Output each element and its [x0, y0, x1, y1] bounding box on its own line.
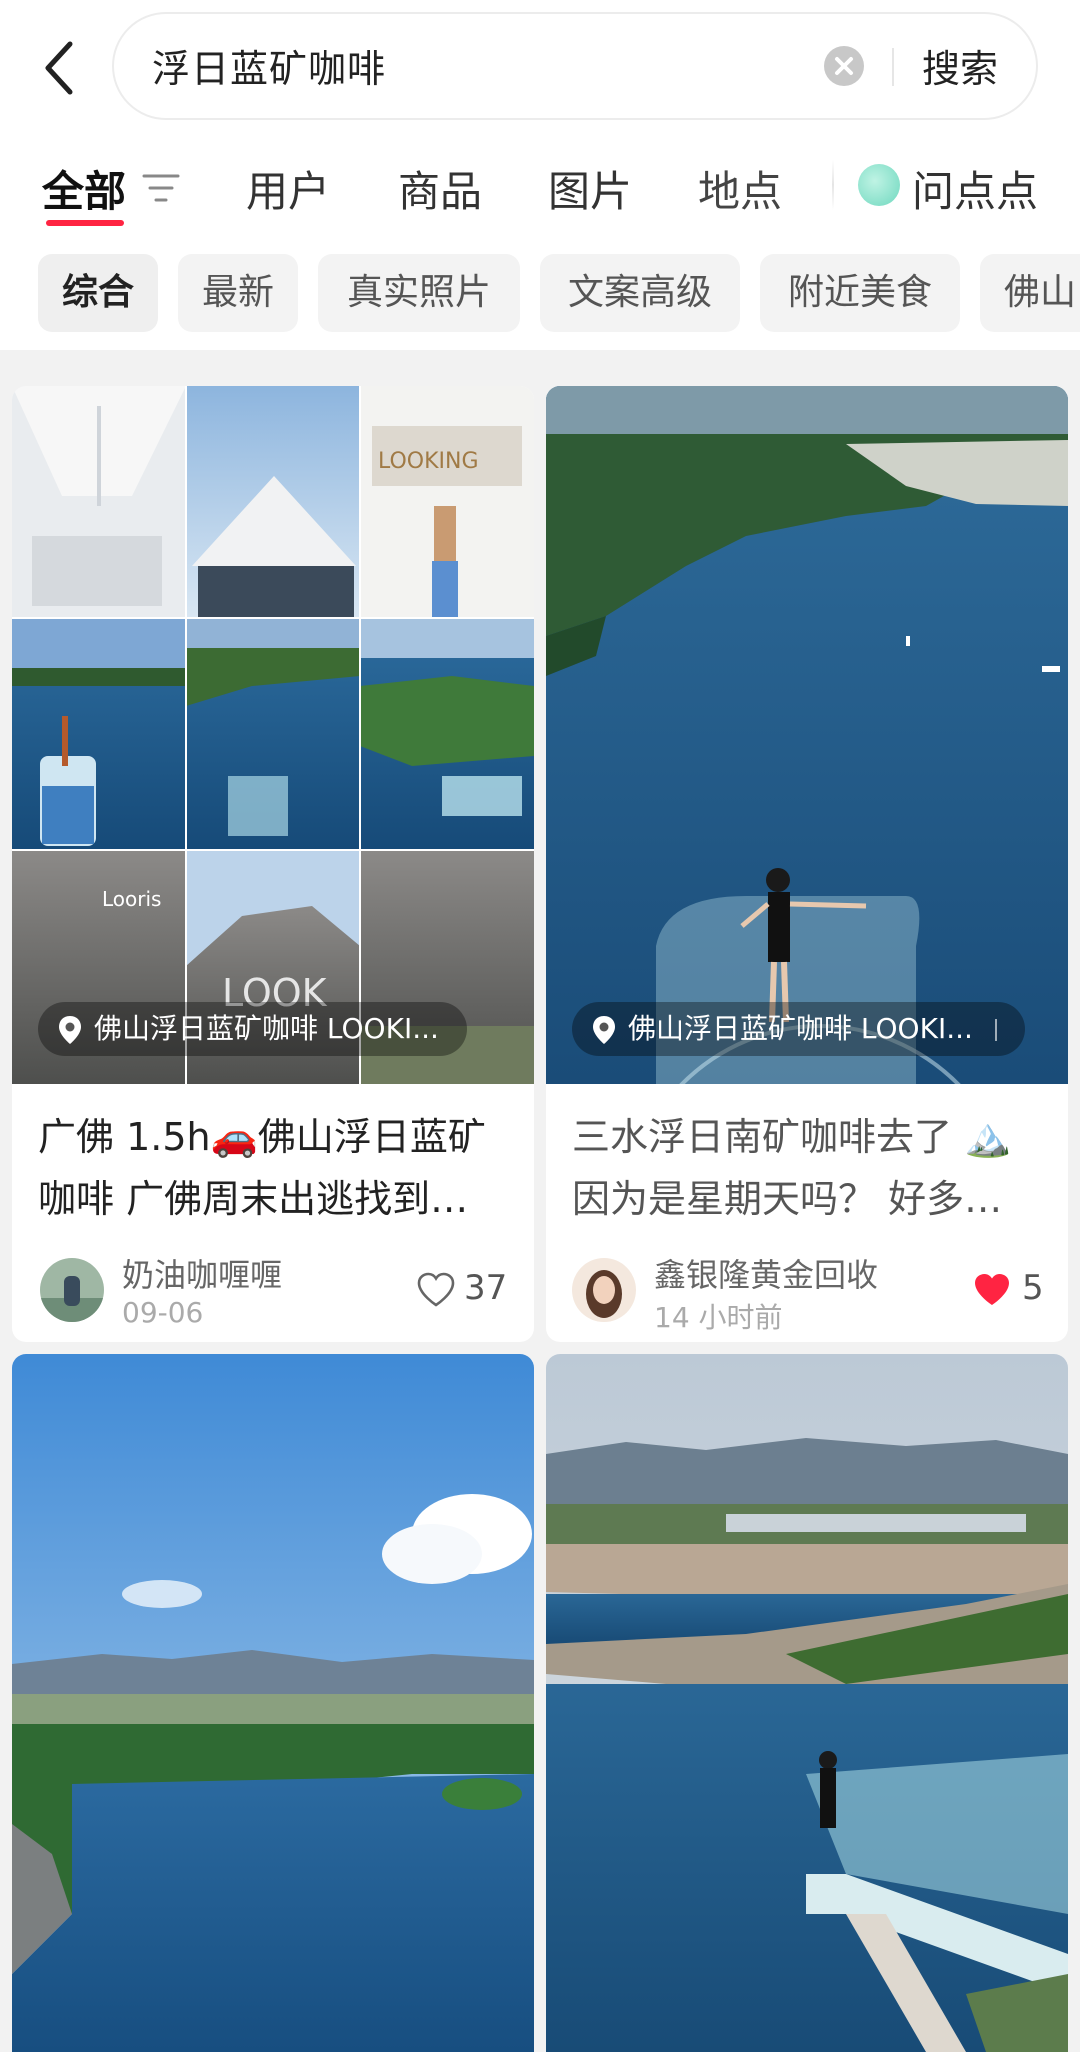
author-name[interactable]: 奶油咖喱喱	[122, 1250, 282, 1296]
location-pin-icon	[59, 1016, 81, 1044]
chip-foshan[interactable]: 佛山	[980, 254, 1080, 332]
search-button[interactable]: 搜索	[922, 38, 998, 93]
tab-products[interactable]: 商品	[398, 158, 482, 219]
note-card-1[interactable]: LOOKING Looris LOOK 佛山浮日蓝矿咖啡 LOOKI... 广佛…	[12, 386, 534, 1342]
note-card-3[interactable]	[12, 1354, 534, 2052]
author-avatar[interactable]	[40, 1258, 104, 1322]
post-date: 14 小时前	[654, 1301, 783, 1334]
heart-icon[interactable]	[416, 1272, 456, 1308]
collage-image: LOOKING Looris LOOK	[12, 386, 534, 1084]
location-pin-icon	[593, 1016, 615, 1044]
chip-comprehensive[interactable]: 综合	[38, 254, 158, 332]
svg-text:Looris: Looris	[102, 887, 161, 911]
like-count: 37	[464, 1268, 508, 1308]
location-name: 佛山浮日蓝矿咖啡 LOOKI...	[628, 1012, 973, 1045]
heart-filled-icon[interactable]	[972, 1272, 1012, 1308]
chip-premium-copy[interactable]: 文案高级	[540, 254, 740, 332]
tab-images[interactable]: 图片	[548, 158, 632, 219]
note-cover-quarry[interactable]	[546, 1354, 1068, 2052]
location-tag[interactable]: 佛山浮日蓝矿咖啡 LOOKI...	[572, 1002, 1025, 1056]
chip-latest[interactable]: 最新	[178, 254, 298, 332]
back-icon[interactable]	[38, 36, 82, 100]
post-date: 09-06	[122, 1296, 204, 1329]
lake-image	[546, 386, 1068, 1084]
author-name[interactable]: 鑫银隆黄金回收	[654, 1250, 878, 1296]
chip-nearby-food[interactable]: 附近美食	[760, 254, 960, 332]
location-tag[interactable]: 佛山浮日蓝矿咖啡 LOOKI...	[38, 1002, 467, 1056]
filter-icon[interactable]	[142, 170, 180, 206]
note-cover-lake[interactable]: 佛山浮日蓝矿咖啡 LOOKI...	[546, 386, 1068, 1084]
author-avatar[interactable]	[572, 1258, 636, 1322]
note-card-2[interactable]: 佛山浮日蓝矿咖啡 LOOKI... 三水浮日南矿咖啡去了 🏔️ 因为是星期天吗？…	[546, 386, 1068, 1342]
ask-ai-icon[interactable]	[858, 164, 900, 206]
clear-icon[interactable]	[824, 46, 864, 86]
tab-ask[interactable]: 问点点	[912, 158, 1038, 219]
divider	[994, 1019, 997, 1041]
note-card-4[interactable]	[546, 1354, 1068, 2052]
tab-all[interactable]: 全部	[42, 158, 126, 219]
note-title[interactable]: 三水浮日南矿咖啡去了 🏔️ 因为是星期天吗？ 好多…	[572, 1106, 1042, 1230]
tab-users[interactable]: 用户	[246, 158, 330, 219]
note-cover-collage[interactable]: LOOKING Looris LOOK 佛山浮日蓝矿咖啡 LOOKI...	[12, 386, 534, 1084]
note-title[interactable]: 广佛 1.5h🚗佛山浮日蓝矿咖啡 广佛周末出逃找到…	[38, 1106, 508, 1230]
tab-separator	[832, 160, 834, 210]
chip-real-photos[interactable]: 真实照片	[318, 254, 520, 332]
category-tabs: 全部 用户 商品 图片 地点 问点点	[0, 150, 1080, 230]
search-input[interactable]: 浮日蓝矿咖啡	[152, 38, 386, 93]
search-header: 浮日蓝矿咖啡 搜索 全部 用户 商品 图片 地点 问点点 综合 最新 真实照片 …	[0, 0, 1080, 350]
like-count: 5	[1022, 1268, 1044, 1308]
active-tab-indicator	[46, 220, 124, 226]
svg-text:LOOKING: LOOKING	[378, 449, 479, 474]
divider	[892, 48, 894, 86]
note-cover-sky-lake[interactable]	[12, 1354, 534, 2052]
location-name: 佛山浮日蓝矿咖啡 LOOKI...	[94, 1012, 439, 1045]
search-bar[interactable]: 浮日蓝矿咖啡 搜索	[112, 12, 1038, 120]
filter-chips: 综合 最新 真实照片 文案高级 附近美食 佛山	[0, 254, 1080, 334]
tab-places[interactable]: 地点	[698, 158, 782, 219]
